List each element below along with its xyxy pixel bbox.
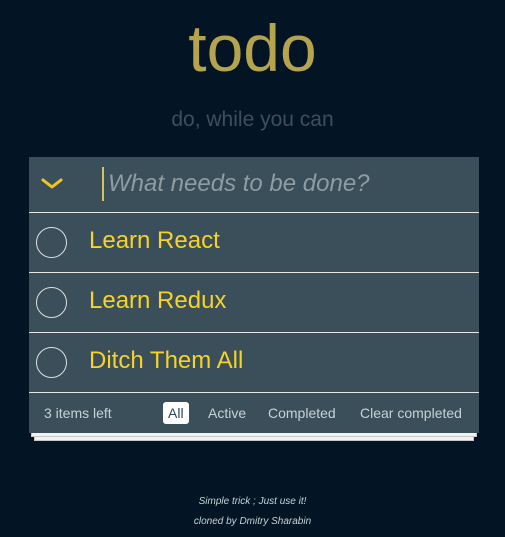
todo-footer: 3 items left All Active Completed Clear … — [29, 393, 479, 433]
todo-panel: Learn React Learn Redux Ditch Them All 3… — [29, 157, 479, 433]
chevron-down-icon[interactable] — [39, 171, 65, 197]
items-left-count: 3 items left — [44, 405, 112, 421]
todo-label[interactable]: Learn React — [89, 227, 220, 255]
clear-completed-button[interactable]: Clear completed — [360, 405, 462, 421]
page: todo do, while you can Learn React Learn… — [0, 0, 505, 537]
app-title: todo — [188, 11, 317, 85]
todo-item: Learn Redux — [29, 273, 479, 333]
filter-active[interactable]: Active — [203, 402, 251, 424]
todo-item: Ditch Them All — [29, 333, 479, 393]
info-credit: cloned by Dmitry Sharabin — [193, 516, 312, 527]
app-subtitle: do, while you can — [171, 108, 334, 131]
todo-checkbox[interactable] — [36, 347, 67, 378]
filter-all[interactable]: All — [163, 402, 189, 424]
new-todo-row — [29, 157, 479, 213]
todo-list: Learn React Learn Redux Ditch Them All — [29, 213, 479, 393]
todo-checkbox[interactable] — [36, 227, 67, 258]
filter-completed[interactable]: Completed — [263, 402, 341, 424]
todo-label[interactable]: Learn Redux — [89, 287, 226, 315]
info-tagline: Simple trick ; Just use it! — [198, 496, 307, 507]
todo-checkbox[interactable] — [36, 287, 67, 318]
new-todo-input[interactable] — [102, 167, 468, 201]
todo-item: Learn React — [29, 213, 479, 273]
todo-label[interactable]: Ditch Them All — [89, 347, 243, 375]
